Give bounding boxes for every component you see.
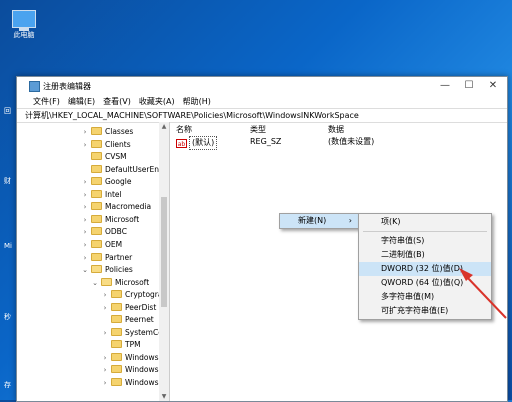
annotation-arrow xyxy=(459,268,507,319)
